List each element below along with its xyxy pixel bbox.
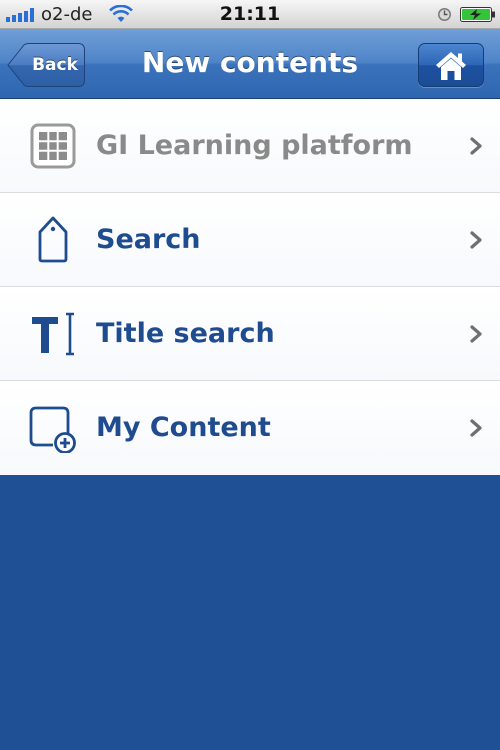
list-item-label: GI Learning platform: [96, 130, 413, 161]
list-item-my-content[interactable]: My Content: [0, 381, 500, 475]
list-item-gi-learning-platform[interactable]: GI Learning platform: [0, 99, 500, 193]
page-title: New contents: [141, 46, 359, 79]
text-cursor-icon: [32, 312, 74, 356]
grid-icon: [30, 123, 76, 169]
chevron-right-icon: [470, 325, 482, 343]
list-item-label: Search: [96, 224, 201, 255]
home-button[interactable]: [418, 43, 484, 87]
back-button-label: Back: [32, 55, 78, 75]
chevron-right-icon: [470, 231, 482, 249]
menu-list: GI Learning platform Search Title search: [0, 99, 500, 475]
list-item-title-search[interactable]: Title search: [0, 287, 500, 381]
tag-icon: [38, 216, 68, 263]
list-item-search[interactable]: Search: [0, 193, 500, 287]
chevron-right-icon: [470, 419, 482, 437]
battery-charging-icon: [460, 7, 495, 22]
chevron-right-icon: [470, 137, 482, 155]
status-time: 21:11: [219, 3, 281, 25]
add-content-icon: [29, 406, 76, 453]
clock-icon: [438, 8, 451, 21]
list-item-label: My Content: [96, 412, 271, 443]
navigation-bar: Back New contents: [0, 29, 500, 99]
home-icon: [436, 52, 466, 80]
status-bar: o2-de 21:11: [0, 0, 500, 29]
list-item-label: Title search: [96, 318, 275, 349]
back-button[interactable]: Back: [7, 43, 85, 87]
